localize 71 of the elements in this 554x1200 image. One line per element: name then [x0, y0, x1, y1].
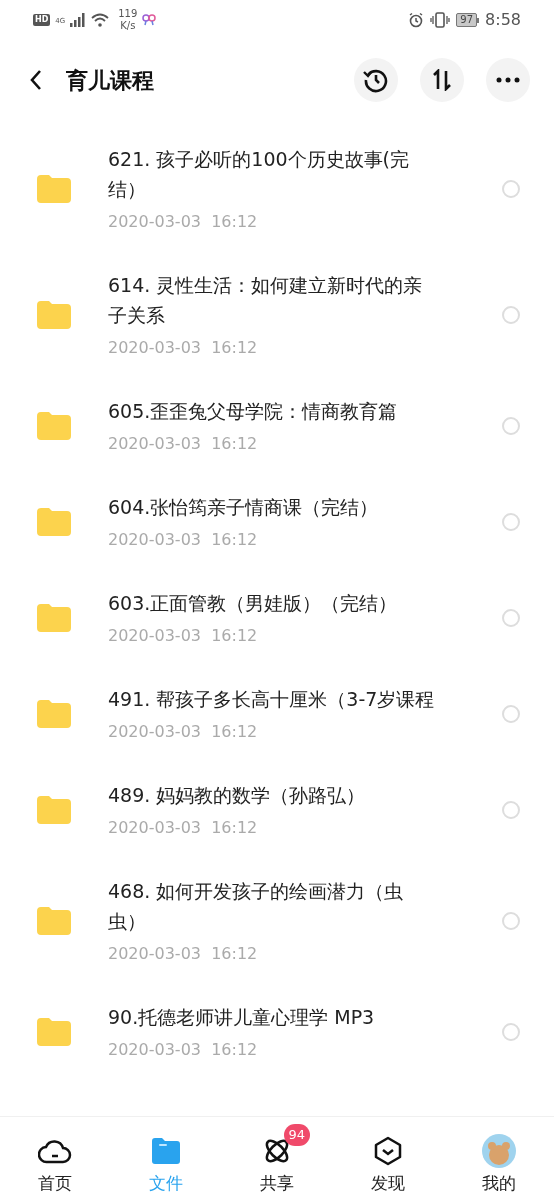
folder-date: 2020-03-03 16:12	[108, 1039, 259, 1061]
select-radio[interactable]	[502, 801, 520, 819]
folder-date: 2020-03-03 16:12	[108, 625, 259, 647]
history-icon	[363, 67, 389, 93]
folder-date: 2020-03-03 16:12	[108, 943, 259, 965]
select-radio[interactable]	[502, 1023, 520, 1041]
wifi-icon	[91, 13, 110, 27]
folder-icon	[150, 1135, 183, 1166]
folder-date: 2020-03-03 16:12	[108, 433, 259, 455]
folder-date: 2020-03-03 16:12	[108, 721, 259, 743]
folder-name: 491. 帮孩子多长高十厘米（3-7岁课程	[108, 687, 436, 712]
folder-row[interactable]: 603.正面管教（男娃版）（完结） 2020-03-03 16:12	[0, 570, 554, 666]
folder-name: 604.张怡筠亲子情商课（完结）	[108, 495, 380, 520]
folder-icon	[37, 508, 71, 536]
folder-date: 2020-03-03 16:12	[108, 817, 259, 839]
folder-icon	[37, 604, 71, 632]
folder-name: 603.正面管教（男娃版）（完结）	[108, 591, 399, 616]
folder-name: 614. 灵性生活：如何建立新时代的亲子关系	[108, 273, 424, 328]
more-button[interactable]	[486, 58, 530, 102]
vibrate-icon	[430, 12, 451, 28]
select-radio[interactable]	[502, 705, 520, 723]
folder-icon	[37, 907, 71, 935]
tab-bar-item[interactable]: 我的	[443, 1123, 554, 1194]
folder-row[interactable]: 621. 孩子必听的100个历史故事(完结） 2020-03-03 16:12	[0, 126, 554, 252]
folder-icon	[37, 301, 71, 329]
select-radio[interactable]	[502, 513, 520, 531]
tab-bar-item[interactable]: 首页	[0, 1123, 111, 1194]
folder-row[interactable]: 489. 妈妈教的数学（孙路弘） 2020-03-03 16:12	[0, 762, 554, 858]
folder-name: 605.歪歪兔父母学院：情商教育篇	[108, 399, 399, 424]
folder-row[interactable]: 468. 如何开发孩子的绘画潜力（虫虫） 2020-03-03 16:12	[0, 858, 554, 984]
select-radio[interactable]	[502, 306, 520, 324]
hexagon-icon	[372, 1135, 403, 1166]
folder-row[interactable]: 605.歪歪兔父母学院：情商教育篇 2020-03-03 16:12	[0, 378, 554, 474]
select-radio[interactable]	[502, 417, 520, 435]
clock-time: 8:58	[485, 9, 521, 31]
folder-row[interactable]: 604.张怡筠亲子情商课（完结） 2020-03-03 16:12	[0, 474, 554, 570]
folder-date: 2020-03-03 16:12	[108, 211, 259, 233]
folder-icon	[37, 412, 71, 440]
folder-row[interactable]: 90.托德老师讲儿童心理学 MP3 2020-03-03 16:12	[0, 984, 554, 1080]
avatar-icon	[481, 1133, 516, 1168]
page-title: 育儿课程	[66, 66, 154, 95]
battery-indicator: 97	[456, 13, 480, 27]
select-radio[interactable]	[502, 609, 520, 627]
speed-value: 119	[118, 8, 138, 20]
folder-icon	[37, 796, 71, 824]
tab-bar-item[interactable]: 发现	[332, 1123, 444, 1194]
history-button[interactable]	[354, 58, 398, 102]
folder-name: 489. 妈妈教的数学（孙路弘）	[108, 783, 367, 808]
sort-icon	[431, 69, 453, 91]
folder-row[interactable]: 491. 帮孩子多长高十厘米（3-7岁课程 2020-03-03 16:12	[0, 666, 554, 762]
notification-badge: 94	[283, 1123, 311, 1146]
folder-icon	[37, 1018, 71, 1046]
tab-bar-item[interactable]: 共享 94	[221, 1123, 333, 1194]
speed-unit: K/s	[120, 20, 136, 32]
folder-name: 468. 如何开发孩子的绘画潜力（虫虫）	[108, 879, 405, 934]
sort-button[interactable]	[420, 58, 464, 102]
folder-icon	[37, 700, 71, 728]
folder-date: 2020-03-03 16:12	[108, 337, 259, 359]
signal-icon	[70, 13, 87, 27]
back-icon	[29, 69, 43, 91]
select-radio[interactable]	[502, 912, 520, 930]
folder-name: 621. 孩子必听的100个历史故事(完结）	[108, 147, 411, 202]
folder-icon	[37, 175, 71, 203]
app-notification-icon	[142, 14, 157, 26]
folder-date: 2020-03-03 16:12	[108, 529, 259, 551]
more-icon	[496, 77, 520, 83]
folder-name: 90.托德老师讲儿童心理学 MP3	[108, 1005, 376, 1030]
alarm-icon	[408, 12, 425, 28]
hd-indicator: HD	[33, 14, 51, 26]
folder-row[interactable]: 614. 灵性生活：如何建立新时代的亲子关系 2020-03-03 16:12	[0, 252, 554, 378]
select-radio[interactable]	[502, 180, 520, 198]
